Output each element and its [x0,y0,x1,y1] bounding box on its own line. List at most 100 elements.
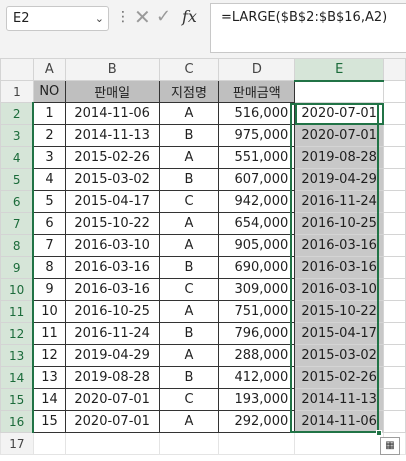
cell-amount[interactable]: 796,000 [218,322,296,345]
column-header-f[interactable] [383,58,406,81]
cell-large-result[interactable]: 2016-03-16 [294,256,385,279]
row-header[interactable]: 15 [0,388,35,411]
cell-branch[interactable]: B [158,124,220,147]
column-header-c[interactable]: C [158,58,220,81]
row-header[interactable]: 17 [0,432,34,455]
cell-f[interactable] [383,102,406,125]
row-header[interactable]: 4 [0,146,35,169]
cell-f[interactable] [383,322,406,345]
cell-branch[interactable]: A [158,300,220,323]
cell-amount[interactable]: 607,000 [218,168,296,191]
chevron-down-icon[interactable]: ⌄ [95,7,104,30]
cell-large-result[interactable]: 2016-03-10 [294,278,385,301]
cell-large-result[interactable]: 2015-02-26 [294,366,385,389]
cell-amount[interactable]: 309,000 [218,278,296,301]
cell-amount[interactable]: 690,000 [218,256,296,279]
cell-no[interactable]: 9 [32,278,66,301]
select-all-corner[interactable] [0,58,34,81]
empty-cell[interactable] [32,432,66,455]
check-icon[interactable]: ✓ [156,4,171,30]
quick-analysis-icon[interactable]: ▦ [380,437,400,455]
cell-branch[interactable]: A [158,102,220,125]
cell-amount[interactable]: 292,000 [218,410,296,433]
cell-no[interactable]: 14 [32,388,66,411]
cell-branch[interactable]: C [158,388,220,411]
cell-f[interactable] [383,124,406,147]
cell-amount[interactable]: 905,000 [218,234,296,257]
row-header[interactable]: 7 [0,212,35,235]
row-header[interactable]: 13 [0,344,35,367]
cell-no[interactable]: 11 [32,322,66,345]
cell-branch[interactable]: B [158,366,220,389]
cell-date[interactable]: 2014-11-13 [64,124,160,147]
empty-cell[interactable] [218,432,296,455]
cell-e1[interactable] [294,80,385,103]
cell-date[interactable]: 2016-03-16 [64,278,160,301]
row-header[interactable]: 11 [0,300,35,323]
row-header[interactable]: 1 [0,80,34,103]
cancel-x-icon[interactable]: ✕ [134,4,151,30]
fill-handle[interactable] [376,430,382,436]
row-header[interactable]: 12 [0,322,35,345]
cell-amount[interactable]: 551,000 [218,146,296,169]
cell-amount[interactable]: 288,000 [218,344,296,367]
cell-f[interactable] [383,190,406,213]
cell-large-result[interactable]: 2016-11-24 [294,190,385,213]
cell-no[interactable]: 15 [32,410,66,433]
cell-no[interactable]: 12 [32,344,66,367]
column-header-a[interactable]: A [32,58,66,81]
cell-no[interactable]: 10 [32,300,66,323]
more-options-icon[interactable]: ⋮ [116,8,130,26]
cell-f[interactable] [383,344,406,367]
cell-date[interactable]: 2016-11-24 [64,322,160,345]
cell-amount[interactable]: 412,000 [218,366,296,389]
cell-no[interactable]: 13 [32,366,66,389]
name-box[interactable]: E2 ⌄ [6,6,109,31]
cell-large-result[interactable]: 2016-03-16 [294,234,385,257]
cell-date[interactable]: 2015-02-26 [64,146,160,169]
row-header[interactable]: 16 [0,410,35,433]
cell-f[interactable] [383,256,406,279]
cell-branch[interactable]: A [158,146,220,169]
cell-date[interactable]: 2016-03-16 [64,256,160,279]
cell-branch[interactable]: C [158,278,220,301]
cell-large-result[interactable]: 2015-03-02 [294,344,385,367]
cell-amount[interactable]: 516,000 [218,102,296,125]
cell-date[interactable]: 2014-11-06 [64,102,160,125]
cell-no[interactable]: 7 [32,234,66,257]
empty-cell[interactable] [158,432,220,455]
cell-large-result[interactable]: 2014-11-06 [294,410,385,433]
row-header[interactable]: 10 [0,278,35,301]
cell-date[interactable]: 2015-04-17 [64,190,160,213]
cell-no[interactable]: 3 [32,146,66,169]
cell-date[interactable]: 2020-07-01 [64,388,160,411]
cell-f[interactable] [383,410,406,433]
cell-branch[interactable]: A [158,410,220,433]
cell-large-result[interactable]: 2014-11-13 [294,388,385,411]
column-header-b[interactable]: B [64,58,160,81]
cell-f[interactable] [383,300,406,323]
cell-f[interactable] [383,168,406,191]
row-header[interactable]: 6 [0,190,35,213]
cell-branch[interactable]: A [158,234,220,257]
cell-f[interactable] [383,234,406,257]
row-header[interactable]: 8 [0,234,35,257]
cell-date[interactable]: 2020-07-01 [64,410,160,433]
cell-f[interactable] [383,146,406,169]
row-header[interactable]: 14 [0,366,35,389]
cell-no[interactable]: 2 [32,124,66,147]
column-header-e[interactable]: E [294,58,385,82]
cell-no[interactable]: 4 [32,168,66,191]
cell-branch[interactable]: C [158,190,220,213]
cell-large-result[interactable]: 2020-07-01 [294,102,385,125]
cell-date[interactable]: 2019-04-29 [64,344,160,367]
header-cell-date[interactable]: 판매일 [64,80,160,103]
cell-f[interactable] [383,278,406,301]
cell-large-result[interactable]: 2015-04-17 [294,322,385,345]
cell-no[interactable]: 8 [32,256,66,279]
header-cell-no[interactable]: NO [32,80,66,103]
cell-amount[interactable]: 942,000 [218,190,296,213]
cell-large-result[interactable]: 2016-10-25 [294,212,385,235]
row-header[interactable]: 9 [0,256,35,279]
cell-f1[interactable] [383,80,406,103]
